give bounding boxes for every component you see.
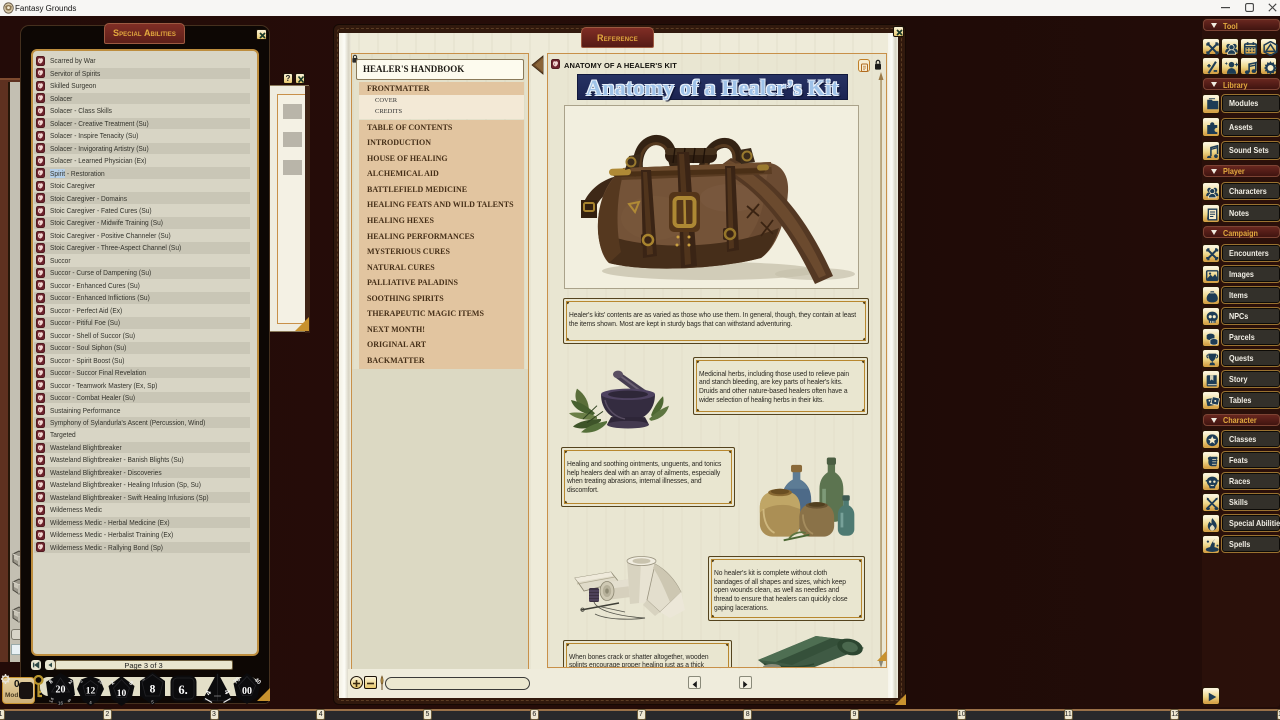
svg-text:8: 8 xyxy=(150,684,156,696)
svg-text:00: 00 xyxy=(242,686,252,697)
svg-text:6.: 6. xyxy=(178,683,187,697)
svg-text:16: 16 xyxy=(58,701,64,706)
svg-text:12: 12 xyxy=(86,687,96,697)
svg-text:10: 10 xyxy=(117,689,127,699)
svg-text:20: 20 xyxy=(56,685,66,696)
